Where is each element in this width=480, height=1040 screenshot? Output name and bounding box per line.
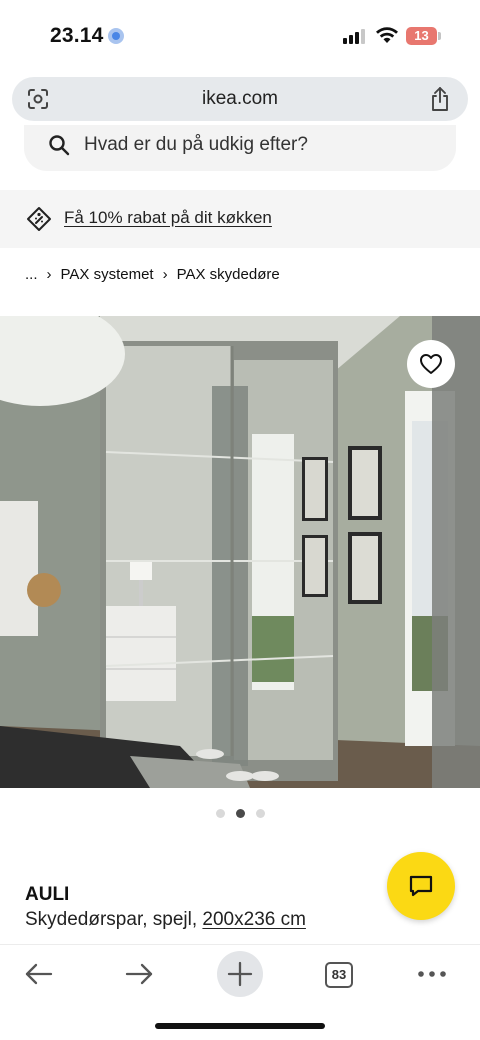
breadcrumb: ... › PAX systemet › PAX skydedøre — [25, 266, 280, 283]
product-description-text: Skydedørspar, spejl, — [25, 909, 203, 930]
product-photo — [0, 316, 480, 788]
chevron-right-icon: › — [46, 266, 52, 283]
battery-indicator: 13 — [406, 27, 437, 45]
location-active-icon — [108, 28, 124, 44]
price-tag-icon — [27, 207, 51, 231]
carousel-dot[interactable] — [215, 809, 225, 818]
share-icon[interactable] — [428, 86, 452, 112]
chat-button[interactable] — [387, 852, 455, 920]
search-icon — [49, 135, 70, 156]
more-button[interactable] — [409, 951, 455, 997]
promo-banner[interactable]: Få 10% rabat på dit køkken — [0, 190, 480, 248]
carousel-indicator[interactable] — [0, 809, 480, 818]
breadcrumb-pax-sliding-doors[interactable]: PAX skydedøre — [177, 266, 280, 283]
product-description: Skydedørspar, spejl, 200x236 cm — [25, 909, 306, 931]
breadcrumb-pax-system[interactable]: PAX systemet — [61, 266, 154, 283]
new-tab-button[interactable] — [217, 951, 263, 997]
breadcrumb-ellipsis[interactable]: ... — [25, 266, 38, 283]
status-bar: 23.14 13 — [0, 0, 480, 72]
wifi-icon — [376, 27, 398, 43]
more-icon — [418, 971, 446, 977]
product-name: AULI — [25, 884, 70, 905]
search-input[interactable]: Hvad er du på udkig efter? — [24, 125, 456, 171]
product-size-link[interactable]: 200x236 cm — [202, 909, 306, 930]
heart-icon — [420, 354, 442, 374]
plus-icon — [227, 961, 253, 987]
chevron-right-icon: › — [162, 266, 168, 283]
forward-button[interactable] — [116, 951, 162, 997]
promo-link[interactable]: Få 10% rabat på dit køkken — [64, 208, 272, 228]
carousel-dot[interactable] — [255, 809, 265, 818]
favourite-button[interactable] — [407, 340, 455, 388]
search-placeholder: Hvad er du på udkig efter? — [84, 134, 308, 155]
cellular-signal-icon — [343, 29, 369, 44]
tabs-icon: 83 — [325, 962, 353, 988]
back-button[interactable] — [16, 951, 62, 997]
url-text[interactable]: ikea.com — [12, 88, 468, 110]
address-bar[interactable]: ikea.com — [12, 77, 468, 121]
product-image[interactable] — [0, 316, 480, 788]
status-time: 23.14 — [50, 24, 104, 47]
back-arrow-icon — [25, 963, 53, 985]
home-indicator[interactable] — [155, 1023, 325, 1029]
forward-arrow-icon — [125, 963, 153, 985]
battery-tip — [438, 32, 441, 40]
chat-icon — [409, 875, 433, 897]
tabs-button[interactable]: 83 — [316, 951, 362, 997]
carousel-dot-active[interactable] — [235, 809, 245, 818]
